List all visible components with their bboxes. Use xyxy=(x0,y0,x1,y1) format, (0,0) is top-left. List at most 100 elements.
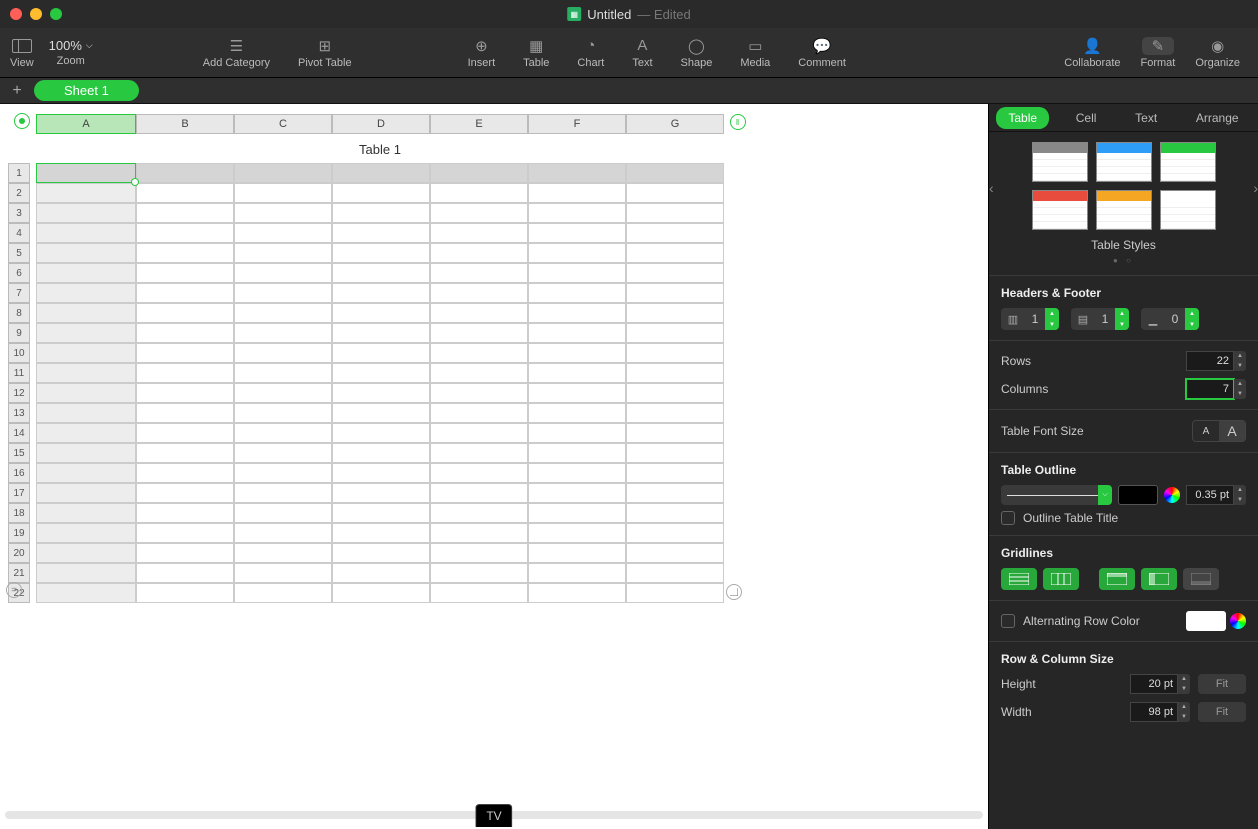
row-header[interactable]: 10 xyxy=(8,343,30,363)
cell[interactable] xyxy=(528,543,626,563)
row-header[interactable]: 6 xyxy=(8,263,30,283)
table-style-thumb[interactable] xyxy=(1160,190,1216,230)
row-header[interactable]: 8 xyxy=(8,303,30,323)
cell[interactable] xyxy=(234,283,332,303)
cell[interactable] xyxy=(234,303,332,323)
cell[interactable] xyxy=(36,283,136,303)
cell[interactable] xyxy=(626,403,724,423)
col-width-field[interactable]: ▲▼ xyxy=(1130,702,1190,722)
cell[interactable] xyxy=(528,183,626,203)
cell[interactable] xyxy=(36,243,136,263)
cell[interactable] xyxy=(234,423,332,443)
cell[interactable] xyxy=(332,583,430,603)
cell[interactable] xyxy=(332,363,430,383)
cell[interactable] xyxy=(136,563,234,583)
cell[interactable] xyxy=(528,323,626,343)
cell[interactable] xyxy=(332,183,430,203)
cell[interactable] xyxy=(528,383,626,403)
table-style-thumb[interactable] xyxy=(1096,190,1152,230)
cell[interactable] xyxy=(332,463,430,483)
cell[interactable] xyxy=(430,543,528,563)
cell[interactable] xyxy=(332,403,430,423)
cell[interactable] xyxy=(528,163,626,183)
cell[interactable] xyxy=(136,483,234,503)
cell[interactable] xyxy=(234,483,332,503)
cell[interactable] xyxy=(36,443,136,463)
cell[interactable] xyxy=(136,523,234,543)
table-style-thumb[interactable] xyxy=(1160,142,1216,182)
cell[interactable] xyxy=(234,323,332,343)
cell[interactable] xyxy=(430,323,528,343)
gridlines-horizontal-button[interactable] xyxy=(1001,568,1037,590)
row-header[interactable]: 4 xyxy=(8,223,30,243)
cell[interactable] xyxy=(626,583,724,603)
cell[interactable] xyxy=(136,423,234,443)
cell[interactable] xyxy=(234,203,332,223)
cell[interactable] xyxy=(234,523,332,543)
header-rows-stepper[interactable]: ▤1▲▼ xyxy=(1071,308,1129,330)
cell[interactable] xyxy=(430,423,528,443)
alt-row-color-swatch[interactable] xyxy=(1186,611,1226,631)
cell[interactable] xyxy=(234,563,332,583)
cell[interactable] xyxy=(36,403,136,423)
cell[interactable] xyxy=(36,463,136,483)
close-window-button[interactable] xyxy=(10,8,22,20)
outline-style-select[interactable]: ⌵ xyxy=(1001,485,1112,505)
row-header[interactable]: 15 xyxy=(8,443,30,463)
cell[interactable] xyxy=(136,503,234,523)
cell[interactable] xyxy=(136,203,234,223)
cell[interactable] xyxy=(234,183,332,203)
cell[interactable] xyxy=(136,323,234,343)
cell[interactable] xyxy=(626,523,724,543)
table-select-handle[interactable] xyxy=(14,113,30,129)
cell[interactable] xyxy=(36,363,136,383)
cell[interactable] xyxy=(234,223,332,243)
cell[interactable] xyxy=(136,403,234,423)
cell[interactable] xyxy=(430,303,528,323)
rows-field[interactable]: ▲▼ xyxy=(1186,351,1246,371)
row-header[interactable]: 1 xyxy=(8,163,30,183)
column-header[interactable]: A xyxy=(36,114,136,134)
add-category-button[interactable]: ☰Add Category xyxy=(203,37,270,69)
fit-width-button[interactable]: Fit xyxy=(1198,702,1246,722)
gridlines-header-v-button[interactable] xyxy=(1141,568,1177,590)
cell[interactable] xyxy=(332,563,430,583)
cell[interactable] xyxy=(430,503,528,523)
minimize-window-button[interactable] xyxy=(30,8,42,20)
cell[interactable] xyxy=(136,583,234,603)
cell[interactable] xyxy=(136,343,234,363)
alt-row-color-picker-icon[interactable] xyxy=(1230,613,1246,629)
cell[interactable] xyxy=(136,383,234,403)
color-picker-icon[interactable] xyxy=(1164,487,1180,503)
cell[interactable] xyxy=(136,243,234,263)
cell[interactable] xyxy=(626,363,724,383)
add-row-handle[interactable]: = xyxy=(6,582,22,598)
spreadsheet-canvas[interactable]: ABCDEFG‖ Table 1 12345678910111213141516… xyxy=(0,104,988,829)
column-header[interactable]: E xyxy=(430,114,528,134)
cell[interactable] xyxy=(528,243,626,263)
cell[interactable] xyxy=(234,403,332,423)
row-header[interactable]: 20 xyxy=(8,543,30,563)
styles-prev-button[interactable]: ‹ xyxy=(989,180,994,196)
cell[interactable] xyxy=(36,203,136,223)
chart-button[interactable]: ◔Chart xyxy=(577,37,604,69)
cell[interactable] xyxy=(332,263,430,283)
cell[interactable] xyxy=(626,303,724,323)
cell[interactable] xyxy=(332,483,430,503)
cell[interactable] xyxy=(430,363,528,383)
cell[interactable] xyxy=(528,523,626,543)
cell[interactable] xyxy=(430,563,528,583)
row-header[interactable]: 5 xyxy=(8,243,30,263)
table-button[interactable]: ▦Table xyxy=(523,37,549,69)
cell[interactable] xyxy=(430,403,528,423)
cell[interactable] xyxy=(528,563,626,583)
cell[interactable] xyxy=(332,283,430,303)
cell[interactable] xyxy=(626,163,724,183)
alt-row-checkbox[interactable] xyxy=(1001,614,1015,628)
cell[interactable] xyxy=(36,583,136,603)
table-style-thumb[interactable] xyxy=(1096,142,1152,182)
row-header[interactable]: 21 xyxy=(8,563,30,583)
cell[interactable] xyxy=(626,463,724,483)
fullscreen-window-button[interactable] xyxy=(50,8,62,20)
cell[interactable] xyxy=(136,443,234,463)
